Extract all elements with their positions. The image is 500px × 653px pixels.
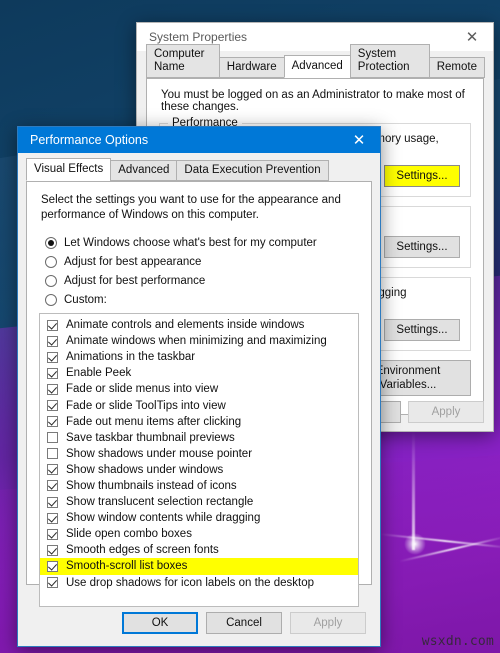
performance-options-cancel-button[interactable]: Cancel [206,612,282,634]
checkbox-checked-icon[interactable] [47,367,58,379]
checkbox-checked-icon[interactable] [47,351,58,363]
startup-recovery-settings-button[interactable]: Settings... [384,319,460,341]
radio-label-best-performance: Adjust for best performance [64,275,206,287]
visual-effect-label: Smooth-scroll list boxes [66,560,188,573]
visual-effect-row[interactable]: Show window contents while dragging [40,510,358,526]
user-profiles-settings-button[interactable]: Settings... [384,236,460,258]
visual-effect-label: Animate controls and elements inside win… [66,319,305,332]
visual-effects-intro: Select the settings you want to use for … [41,194,341,221]
radio-icon-selected [45,237,57,249]
performance-options-titlebar[interactable]: Performance Options ✕ [18,127,380,153]
tab-advanced[interactable]: Advanced [283,55,351,78]
radio-custom[interactable]: Custom: [45,294,359,306]
visual-effect-label: Show shadows under windows [66,463,224,476]
visual-effect-label: Animations in the taskbar [66,351,196,364]
radio-best-performance[interactable]: Adjust for best performance [45,275,359,287]
performance-options-apply-button: Apply [290,612,366,634]
tab-remote[interactable]: Remote [428,57,485,78]
visual-effect-row[interactable]: Show translucent selection rectangle [40,494,358,510]
performance-options-window: Performance Options ✕ Visual Effects Adv… [17,126,381,647]
tab-advanced[interactable]: Advanced [110,160,178,181]
tab-hardware[interactable]: Hardware [218,57,285,78]
tab-data-execution-prevention[interactable]: Data Execution Prevention [176,160,329,181]
checkbox-checked-icon[interactable] [47,544,58,556]
visual-effect-label: Save taskbar thumbnail previews [66,431,235,444]
visual-effect-row[interactable]: Fade or slide menus into view [40,381,358,397]
checkbox-checked-icon[interactable] [47,400,58,412]
visual-effect-row[interactable]: Show shadows under mouse pointer [40,446,358,462]
checkbox-checked-icon[interactable] [47,383,58,395]
visual-effect-row[interactable]: Animate windows when minimizing and maxi… [40,333,358,349]
visual-effect-row[interactable]: Enable Peek [40,365,358,381]
visual-effect-row[interactable]: Fade or slide ToolTips into view [40,397,358,413]
visual-effect-row[interactable]: Show thumbnails instead of icons [40,478,358,494]
close-icon[interactable]: ✕ [451,23,493,51]
system-properties-title: System Properties [149,30,248,44]
visual-effect-row[interactable]: Animations in the taskbar [40,349,358,365]
visual-effect-label: Animate windows when minimizing and maxi… [66,335,327,348]
radio-icon [45,256,57,268]
radio-best-appearance[interactable]: Adjust for best appearance [45,256,359,268]
system-properties-tabstrip: Computer Name Hardware Advanced System P… [146,44,485,79]
visual-effect-row[interactable]: Animate controls and elements inside win… [40,317,358,333]
tab-computer-name[interactable]: Computer Name [146,44,220,78]
visual-effects-listbox[interactable]: Animate controls and elements inside win… [39,313,359,607]
visual-effect-label: Fade or slide ToolTips into view [66,399,226,412]
visual-effect-label: Use drop shadows for icon labels on the … [66,576,315,589]
visual-effect-row[interactable]: Slide open combo boxes [40,526,358,542]
radio-label-best-appearance: Adjust for best appearance [64,256,202,268]
performance-options-tabstrip: Visual Effects Advanced Data Execution P… [26,158,372,182]
visual-effect-row[interactable]: Fade out menu items after clicking [40,414,358,430]
checkbox-checked-icon[interactable] [47,319,58,331]
visual-effect-label: Enable Peek [66,367,132,380]
visual-effect-row[interactable]: Use drop shadows for icon labels on the … [40,575,358,591]
checkbox-checked-icon[interactable] [47,577,58,589]
radio-icon [45,294,57,306]
performance-options-ok-button[interactable]: OK [122,612,198,634]
checkbox-unchecked-icon[interactable] [47,448,58,460]
performance-options-client: Visual Effects Advanced Data Execution P… [18,153,380,634]
checkbox-checked-icon[interactable] [47,528,58,540]
checkbox-checked-icon[interactable] [47,512,58,524]
checkbox-checked-icon[interactable] [47,480,58,492]
visual-effects-panel: Select the settings you want to use for … [26,182,372,607]
checkbox-unchecked-icon[interactable] [47,432,58,444]
system-properties-apply-button: Apply [408,401,484,423]
visual-effect-row[interactable]: Smooth-scroll list boxes [40,558,358,575]
watermark-text: wsxdn.com [421,634,494,649]
visual-effect-row[interactable]: Show shadows under windows [40,462,358,478]
radio-icon [45,275,57,287]
checkbox-checked-icon[interactable] [47,496,58,508]
checkbox-checked-icon[interactable] [47,335,58,347]
visual-effect-label: Smooth edges of screen fonts [66,544,219,557]
checkbox-checked-icon[interactable] [47,416,58,428]
visual-effect-row[interactable]: Save taskbar thumbnail previews [40,430,358,446]
close-icon[interactable]: ✕ [338,127,380,153]
performance-options-button-row: OK Cancel Apply [18,600,380,646]
tab-visual-effects[interactable]: Visual Effects [26,158,112,181]
visual-effect-label: Show translucent selection rectangle [66,496,254,509]
visual-effect-label: Show shadows under mouse pointer [66,447,253,460]
performance-settings-button[interactable]: Settings... [384,165,460,187]
radio-label-let-windows-choose: Let Windows choose what's best for my co… [64,237,317,249]
checkbox-checked-icon[interactable] [47,464,58,476]
visual-effect-label: Show window contents while dragging [66,512,261,525]
visual-effect-label: Show thumbnails instead of icons [66,479,237,492]
administrator-note: You must be logged on as an Administrato… [161,89,465,113]
visual-effect-label: Fade or slide menus into view [66,383,219,396]
visual-effect-row[interactable]: Smooth edges of screen fonts [40,542,358,558]
checkbox-checked-icon[interactable] [47,560,58,572]
radio-let-windows-choose[interactable]: Let Windows choose what's best for my co… [45,237,359,249]
tab-system-protection[interactable]: System Protection [349,44,430,78]
wallpaper-light-glow [404,533,426,555]
wallpaper-light-ray-vertical [412,430,415,550]
visual-effect-label: Fade out menu items after clicking [66,415,242,428]
performance-options-title: Performance Options [30,133,149,147]
radio-label-custom: Custom: [64,294,107,306]
visual-effect-label: Slide open combo boxes [66,528,192,541]
